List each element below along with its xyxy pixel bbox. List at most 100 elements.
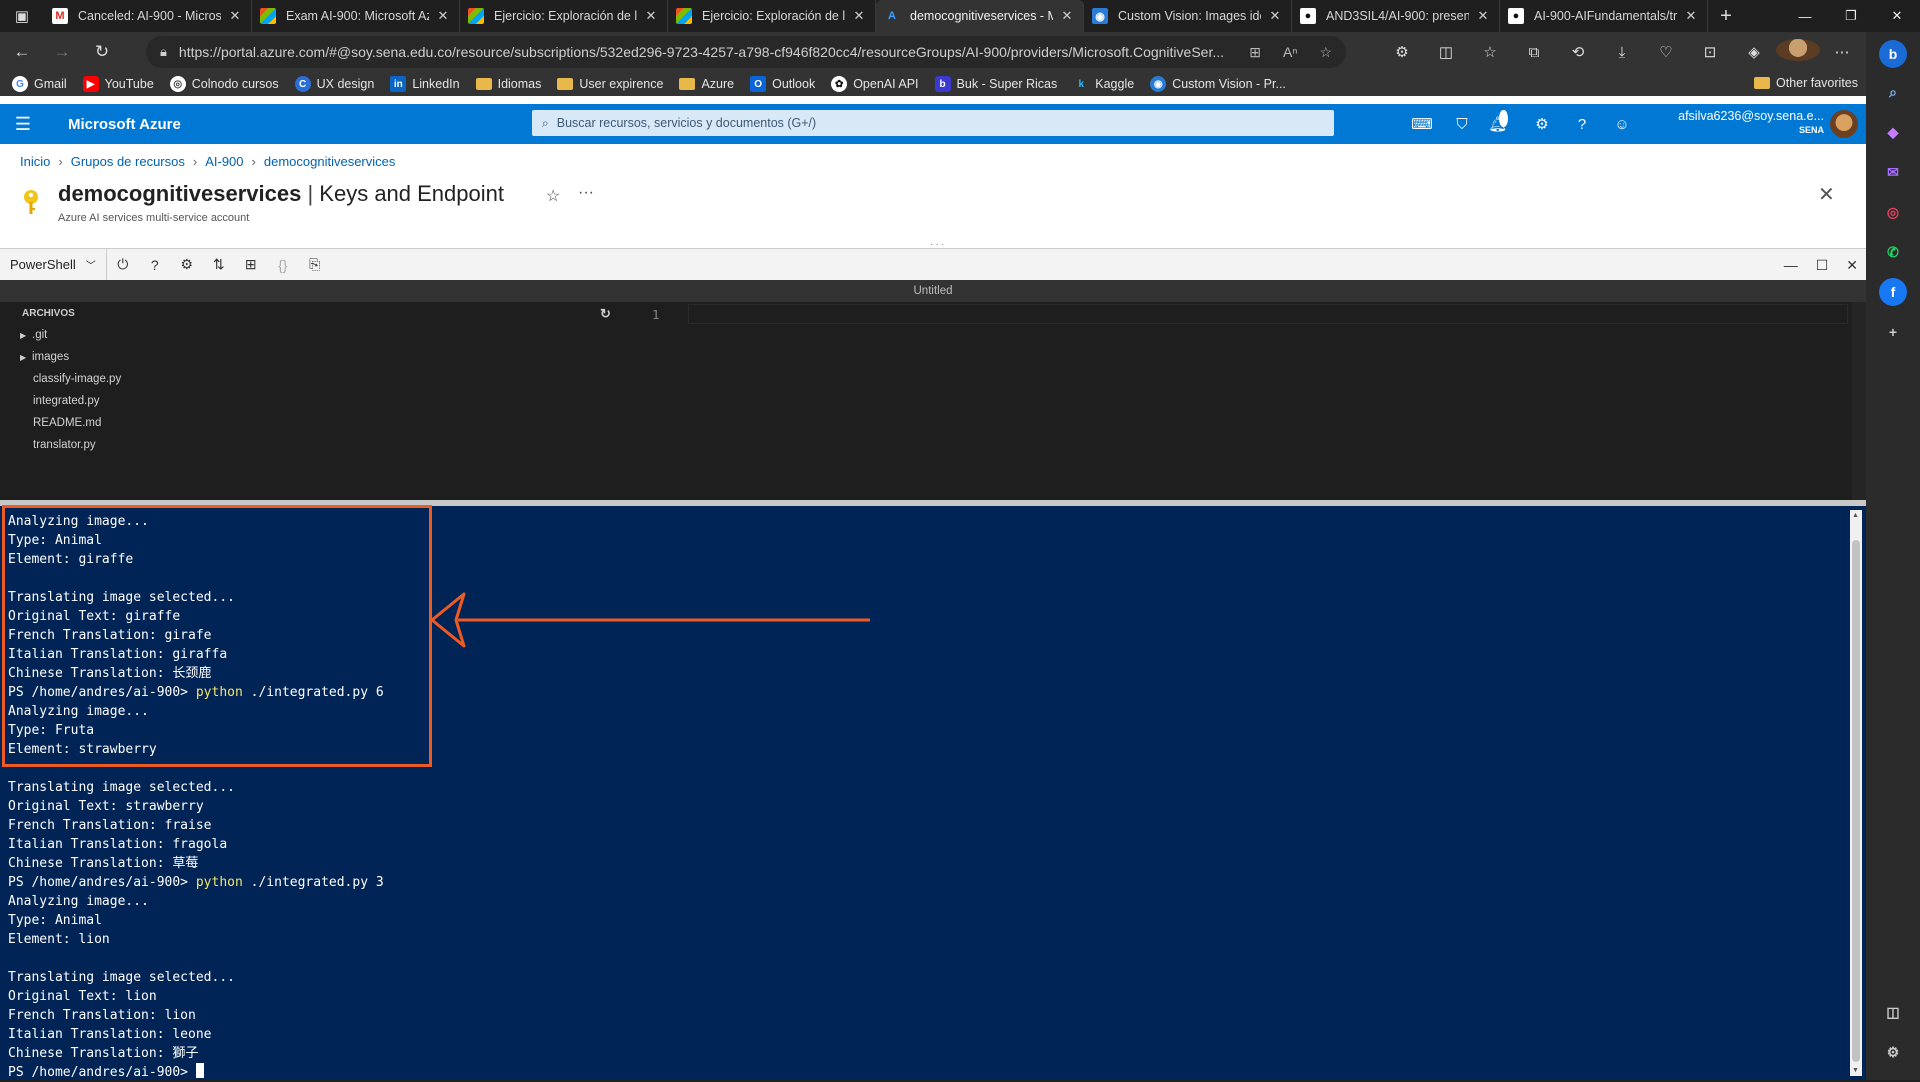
sidebar-panel-icon[interactable]: ◫ <box>1879 998 1907 1026</box>
messenger-icon[interactable]: ✉ <box>1879 158 1907 186</box>
terminal-scrollbar[interactable]: ▲ ▼ <box>1850 510 1862 1076</box>
folder-item[interactable]: ▶ images <box>0 346 620 368</box>
editor-scrollbar[interactable] <box>1852 302 1866 500</box>
favorite-azure[interactable]: Azure <box>679 76 734 92</box>
scrollbar-thumb[interactable] <box>1852 540 1860 1062</box>
close-window-icon[interactable]: ✕ <box>1874 0 1920 32</box>
file-item[interactable]: integrated.py <box>0 390 620 412</box>
upload-download-icon[interactable]: ⇅ <box>203 256 235 273</box>
instagram-icon[interactable]: ◎ <box>1879 198 1907 226</box>
account-info[interactable]: afsilva6236@soy.sena.e... SENA <box>1664 109 1824 135</box>
portal-menu-icon[interactable]: ☰ <box>0 114 46 135</box>
add-icon[interactable]: + <box>1879 318 1907 346</box>
help-icon[interactable]: ? <box>139 257 171 273</box>
favorite-user-expirence[interactable]: User expirence <box>557 76 663 92</box>
folder-item[interactable]: ▶ .git <box>0 324 620 346</box>
close-tab-icon[interactable]: ✕ <box>851 8 867 24</box>
code-editor[interactable]: 1 <box>620 302 1866 500</box>
azure-search-input[interactable]: ⌕ Buscar recursos, servicios y documento… <box>532 110 1334 136</box>
web-preview-icon[interactable]: ⎘ <box>299 256 331 273</box>
back-icon[interactable]: ← <box>4 36 40 68</box>
close-tab-icon[interactable]: ✕ <box>227 8 243 24</box>
close-icon[interactable]: ✕ <box>1846 257 1858 274</box>
forward-icon[interactable]: → <box>44 36 80 68</box>
profile-icon[interactable] <box>1776 39 1820 65</box>
favorite-gmail[interactable]: G Gmail <box>12 76 67 92</box>
read-aloud-icon[interactable]: A͏ⁿ <box>1283 44 1297 61</box>
browser-essentials-icon[interactable]: ◈ <box>1732 43 1776 61</box>
open-new-session-icon[interactable]: ⊞ <box>235 256 267 273</box>
favorite-custom-vision-pr[interactable]: ◉ Custom Vision - Pr... <box>1150 76 1286 92</box>
current-line[interactable] <box>688 304 1848 324</box>
performance-icon[interactable]: ♡ <box>1644 43 1688 61</box>
favorite-kaggle[interactable]: k Kaggle <box>1073 76 1134 92</box>
avatar[interactable] <box>1830 110 1858 138</box>
breadcrumb-inicio[interactable]: Inicio <box>20 154 50 169</box>
browser-tab[interactable]: Ejercicio: Exploración de la ✕ <box>668 0 876 32</box>
app-available-icon[interactable]: ⊞ <box>1249 44 1261 61</box>
favorite-openai-api[interactable]: ✿ OpenAI API <box>831 76 919 92</box>
screenshot-icon[interactable]: ⊡ <box>1688 43 1732 61</box>
favorite-colnodo-cursos[interactable]: ◎ Colnodo cursos <box>169 76 279 92</box>
browser-tab[interactable]: ● AI-900-AIFundamentals/tr ✕ <box>1500 0 1708 32</box>
breadcrumb-ai900[interactable]: AI-900 <box>205 154 243 169</box>
maximize-icon[interactable]: ☐ <box>1816 257 1829 274</box>
settings-gear-icon[interactable]: ⚙ <box>1522 115 1562 133</box>
browser-tab[interactable]: Exam AI-900: Microsoft Az ✕ <box>252 0 460 32</box>
collections-icon[interactable]: ⧉ <box>1512 44 1556 61</box>
new-tab-button[interactable]: + <box>1708 0 1744 32</box>
favorite-buk-super-ricas[interactable]: b Buk - Super Ricas <box>934 76 1057 92</box>
browser-tab[interactable]: ◉ Custom Vision: Images ide ✕ <box>1084 0 1292 32</box>
favorites-icon[interactable]: ☆ <box>1468 43 1512 61</box>
restore-icon[interactable]: ❐ <box>1828 0 1874 32</box>
minimize-icon[interactable]: — <box>1784 257 1798 273</box>
favorite-idiomas[interactable]: Idiomas <box>475 76 541 92</box>
other-favorites[interactable]: Other favorites <box>1754 76 1858 90</box>
file-item[interactable]: README.md <box>0 412 620 434</box>
settings-icon[interactable]: ⚙ <box>171 256 203 273</box>
close-tab-icon[interactable]: ✕ <box>435 8 451 24</box>
favorite-star-icon[interactable]: ☆ <box>546 186 560 206</box>
power-icon[interactable]: ⏻ <box>107 256 139 273</box>
scroll-up-icon[interactable]: ▲ <box>1852 512 1859 519</box>
notifications-icon[interactable]: 🔔︎5 <box>1482 110 1522 133</box>
breadcrumb-resource[interactable]: democognitiveservices <box>264 154 396 169</box>
minimize-icon[interactable]: — <box>1782 0 1828 32</box>
close-tab-icon[interactable]: ✕ <box>1059 8 1075 24</box>
close-tab-icon[interactable]: ✕ <box>1475 8 1491 24</box>
browser-tab[interactable]: Ejercicio: Exploración de la ✕ <box>460 0 668 32</box>
refresh-icon[interactable]: ↻ <box>600 306 611 322</box>
favorite-star-icon[interactable]: ☆ <box>1319 44 1332 61</box>
search-icon[interactable]: ⌕ <box>1879 78 1907 106</box>
address-bar[interactable]: 🔒︎ https://portal.azure.com/#@soy.sena.e… <box>146 36 1346 68</box>
favorite-ux-design[interactable]: C UX design <box>294 76 374 92</box>
facebook-icon[interactable]: f <box>1879 278 1907 306</box>
extensions-icon[interactable]: ⚙︎ <box>1380 43 1424 61</box>
file-item[interactable]: translator.py <box>0 434 620 456</box>
whatsapp-icon[interactable]: ✆ <box>1879 238 1907 266</box>
more-icon[interactable]: ··· <box>578 184 594 202</box>
split-screen-icon[interactable]: ◫ <box>1424 43 1468 61</box>
downloads-icon[interactable]: ⤓ <box>1600 44 1644 61</box>
lock-icon[interactable]: 🔒︎ <box>160 44 167 60</box>
refresh-icon[interactable]: ↻ <box>84 36 120 68</box>
cloud-shell-icon[interactable]: ⌨ <box>1402 115 1442 133</box>
more-options-icon[interactable]: ⋯ <box>1820 43 1864 61</box>
close-tab-icon[interactable]: ✕ <box>1267 8 1283 24</box>
shell-type-select[interactable]: PowerShell ﹀ <box>0 248 107 281</box>
browser-tab[interactable]: Ademocognitiveservices - M ✕ <box>876 0 1084 32</box>
sidebar-settings-icon[interactable]: ⚙ <box>1879 1038 1907 1066</box>
history-icon[interactable]: ⟲ <box>1556 43 1600 61</box>
directory-filter-icon[interactable]: ⛉ <box>1442 116 1482 133</box>
close-tab-icon[interactable]: ✕ <box>643 8 659 24</box>
help-icon[interactable]: ? <box>1562 116 1602 133</box>
browser-tab[interactable]: ● AND3SIL4/AI-900: present ✕ <box>1292 0 1500 32</box>
feedback-icon[interactable]: ☺ <box>1602 116 1642 133</box>
tab-actions-icon[interactable]: ▣ <box>0 0 44 32</box>
close-icon[interactable]: ✕ <box>1818 182 1835 207</box>
azure-brand[interactable]: Microsoft Azure <box>68 116 181 133</box>
close-tab-icon[interactable]: ✕ <box>1683 8 1699 24</box>
file-item[interactable]: classify-image.py <box>0 368 620 390</box>
scroll-down-icon[interactable]: ▼ <box>1852 1067 1859 1074</box>
bing-copilot-icon[interactable]: b <box>1879 40 1907 68</box>
